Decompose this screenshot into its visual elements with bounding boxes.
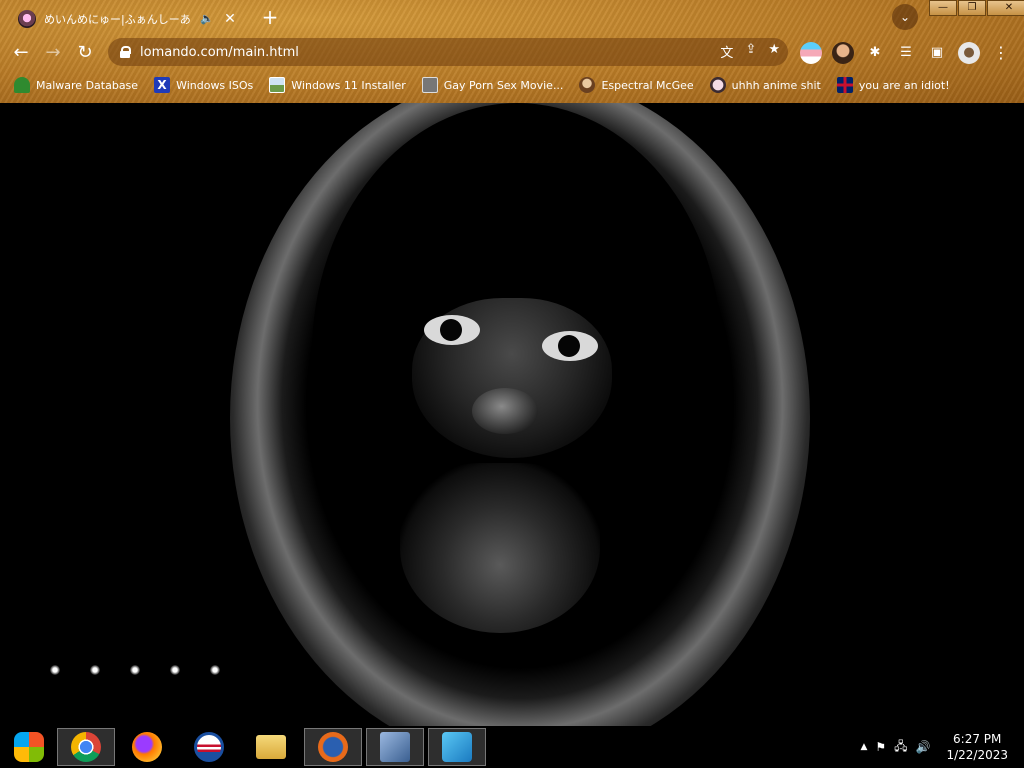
close-tab-icon[interactable]: ✕: [222, 11, 238, 27]
firefox-icon: [132, 732, 162, 762]
taskbar-obama-app[interactable]: [180, 728, 238, 766]
taskbar-firefox[interactable]: [118, 728, 176, 766]
bookmark-espectral-mcgee[interactable]: Espectral McGee: [579, 77, 694, 93]
forward-button[interactable]: →: [40, 40, 66, 66]
bookmark-star-icon[interactable]: ★: [768, 42, 780, 61]
bookmark-label: you are an idiot!: [858, 78, 950, 92]
file-explorer-icon: [256, 735, 286, 759]
translate-icon[interactable]: 文: [720, 42, 733, 61]
anime-favicon-icon: [18, 9, 36, 28]
bookmark-label: Espectral McGee: [601, 78, 694, 92]
page-content[interactable]: [0, 103, 1024, 726]
bookmark-gay-porn-sex-movie[interactable]: Gay Porn Sex Movie...: [421, 77, 564, 93]
browser-toolbar: ← → ↻ lomando.com/main.html 文 ⇪ ★ ✱ ☰ ▣ …: [0, 34, 1024, 70]
taskbar-setup-installer[interactable]: [366, 728, 424, 766]
taskbar-chrome[interactable]: [57, 728, 115, 766]
landscape-image-icon: [269, 77, 286, 93]
minimize-button[interactable]: —: [929, 0, 957, 16]
clock-time: 6:27 PM: [953, 732, 1002, 746]
chrome-icon: [71, 732, 101, 762]
browser-tab[interactable]: めいんめにゅー|ふぁんしーあいらんど 🔈 ✕: [8, 3, 248, 34]
nose-image: [472, 388, 538, 434]
clock-date: 1/22/2023: [946, 748, 1008, 762]
bookmark-label: uhhh anime shit: [731, 78, 821, 92]
left-eye: [424, 315, 480, 345]
loading-dot: [130, 665, 140, 675]
x-logo-icon: X: [154, 77, 171, 93]
url-text[interactable]: lomando.com/main.html: [140, 45, 788, 60]
network-icon[interactable]: 🖧: [894, 737, 907, 758]
bookmark-windows-11-installer[interactable]: Windows 11 Installer: [269, 77, 406, 93]
show-hidden-icons-icon[interactable]: ▲: [860, 742, 867, 752]
left-pupil: [440, 319, 462, 341]
loading-dot: [210, 665, 220, 675]
speaker-icon[interactable]: 🔈: [200, 12, 214, 25]
bookmark-label: Windows 11 Installer: [291, 78, 406, 92]
hair-image: [400, 463, 600, 633]
lock-icon[interactable]: [120, 46, 131, 58]
address-bar[interactable]: lomando.com/main.html 文 ⇪ ★: [108, 38, 788, 66]
bookmark-label: Malware Database: [36, 78, 139, 92]
anime-face-icon: [709, 77, 726, 93]
share-icon[interactable]: ⇪: [745, 42, 756, 61]
loading-dot: [50, 665, 60, 675]
new-tab-button[interactable]: +: [258, 5, 282, 29]
right-eye: [542, 331, 598, 361]
back-button[interactable]: ←: [8, 40, 34, 66]
tab-search-button[interactable]: ⌄: [892, 4, 918, 30]
remote-desktop-icon: [442, 732, 472, 762]
box-icon: [421, 77, 438, 93]
clock[interactable]: 6:27 PM 1/22/2023: [946, 731, 1008, 763]
firefox-classic-icon: [318, 732, 348, 762]
taskbar: ▲ ⚑ 🖧 🔊 6:27 PM 1/22/2023: [0, 726, 1024, 768]
uk-flag-icon: [836, 77, 853, 93]
start-button[interactable]: [0, 728, 58, 766]
reload-button[interactable]: ↻: [72, 40, 98, 66]
avatar-icon: [579, 77, 596, 93]
obama-logo-icon: [194, 732, 224, 762]
volume-icon[interactable]: 🔊: [916, 740, 931, 754]
bookmark-label: Windows ISOs: [176, 78, 254, 92]
profile-avatar-icon[interactable]: ●: [958, 42, 980, 64]
bookmark-windows-isos[interactable]: X Windows ISOs: [154, 77, 253, 93]
right-pupil: [558, 335, 580, 357]
reading-list-icon[interactable]: ☰: [895, 42, 917, 64]
trans-flag-extension-icon[interactable]: [800, 42, 822, 64]
browser-chrome: めいんめにゅー|ふぁんしーあいらんど 🔈 ✕ + ⌄ — ❐ ✕ ← → ↻ l…: [0, 0, 1024, 103]
bookmarks-bar: Malware Database X Windows ISOs Windows …: [0, 72, 1024, 98]
bookmark-label: Gay Porn Sex Movie...: [443, 78, 564, 92]
chrome-menu-icon[interactable]: ⋮: [990, 42, 1012, 64]
restore-button[interactable]: ❐: [958, 0, 986, 16]
green-folder-icon: [14, 77, 30, 93]
taskbar-file-explorer[interactable]: [242, 728, 300, 766]
omnibox-actions: 文 ⇪ ★: [720, 42, 780, 61]
close-window-button[interactable]: ✕: [987, 0, 1024, 16]
avatar-extension-icon[interactable]: [832, 42, 854, 64]
loading-dot: [170, 665, 180, 675]
action-center-flag-icon[interactable]: ⚑: [875, 740, 886, 754]
system-tray: ▲ ⚑ 🖧 🔊 6:27 PM 1/22/2023: [860, 730, 1008, 764]
loading-dot: [90, 665, 100, 675]
taskbar-firefox-classic[interactable]: [304, 728, 362, 766]
tab-title: めいんめにゅー|ふぁんしーあいらんど: [44, 12, 192, 26]
side-panel-icon[interactable]: ▣: [926, 42, 948, 64]
bookmark-malware-database[interactable]: Malware Database: [14, 77, 138, 93]
extensions-puzzle-icon[interactable]: ✱: [864, 42, 886, 64]
bookmark-you-are-an-idiot[interactable]: you are an idiot!: [836, 77, 950, 93]
setup-installer-icon: [380, 732, 410, 762]
taskbar-remote-desktop[interactable]: [428, 728, 486, 766]
window-controls: — ❐ ✕: [928, 0, 1024, 18]
windows-start-icon: [14, 732, 44, 762]
bookmark-uhhh-anime-shit[interactable]: uhhh anime shit: [709, 77, 821, 93]
loading-dots: [50, 665, 220, 675]
tab-strip: めいんめにゅー|ふぁんしーあいらんど 🔈 ✕ + ⌄ — ❐ ✕: [0, 0, 1024, 34]
